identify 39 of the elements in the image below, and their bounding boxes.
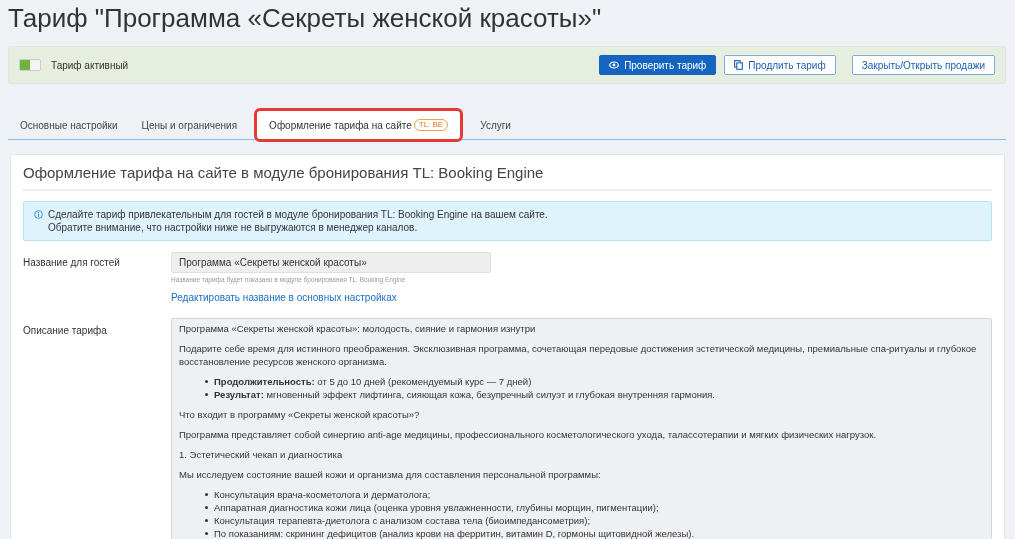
description-text: 1. Эстетический чекап и диагностика [179, 447, 344, 461]
description-text: Подарите себе время для истинного преображения. Эксклюзивная программа, сочетающая передовые достижения эстетической медицины, премиальные спа-ритуалы и глубокое восстановление ресурсов женского организма. [179, 341, 978, 368]
description-text: Программа «Секреты женской красоты»: молодость, сияние и гармония изнутри [179, 321, 537, 335]
field-label: Название для гостей [23, 256, 121, 270]
list-item-text: Консультация терапевта-диетолога с анализом состава тела (биоимпедансометрия); [214, 513, 591, 527]
list-item-text: Аппаратная диагностика кожи лица (оценка уровня увлажненности, глубины морщин, пигментации); [214, 500, 659, 514]
page-title: Тариф "Программа «Секреты женской красоты»" [8, 2, 603, 34]
check-button[interactable]: Проверить тариф [599, 55, 717, 75]
bullet-icon [205, 518, 208, 522]
info-text: Сделайте тариф привлекательным для гостей в модуле бронирования TL: Booking Engine на вашем сайте. [48, 208, 548, 221]
info-icon [34, 210, 43, 219]
tab[interactable]: Оформление тарифа на сайте TL: BE [257, 111, 461, 139]
extend-button[interactable]: Продлить тариф [724, 55, 836, 75]
tab[interactable]: Цены и ограничения [129, 111, 250, 139]
bullet-icon [205, 505, 208, 509]
bullet-icon [205, 531, 208, 535]
section-heading: Оформление тарифа на сайте в модуле бронирования TL: Booking Engine [23, 163, 992, 191]
copy-icon [734, 60, 744, 70]
list-item-text: По показаниям: скрининг дефицитов (анализ крови на ферритин, витамин D, гормоны щитовидной железы). [214, 526, 695, 539]
edit-name-link[interactable]: Редактировать название в основных настройках [171, 289, 397, 305]
description-text: Программа представляет собой синергию anti-age медицины, профессионального косметологического ухода, талассотерапии и мягких физических нагрузок. [179, 427, 878, 441]
description-text: Мы исследуем состояние вашей кожи и организма для составления персональной программы: [179, 467, 602, 481]
info-text: Обратите внимание, что настройки ниже не выгружаются в менеджер каналов. [48, 221, 419, 234]
status-label: Тариф активный [51, 58, 129, 73]
description-text: Что входит в программу «Секреты женской красоты»? [179, 407, 421, 421]
list-item-text: Продолжительность: от 5 до 10 дней (рекомендуемый курс — 7 дней) [214, 374, 532, 388]
tab[interactable]: Услуги [468, 111, 523, 139]
sales-button[interactable]: Закрыть/Открыть продажи [851, 55, 995, 75]
guest-name-field[interactable]: Программа «Секреты женской красоты» [171, 252, 491, 273]
toggle-switch[interactable] [19, 59, 41, 71]
bullet-icon [205, 379, 208, 383]
bullet-icon [205, 492, 208, 496]
field-label: Описание тарифа [23, 323, 108, 338]
eye-icon [609, 61, 620, 69]
bullet-icon [205, 392, 208, 396]
description-field[interactable] [171, 317, 992, 539]
list-item-text: Результат: мгновенный эффект лифтинга, сияющая кожа, безупречный силуэт и глубокая внутренняя гармония. [214, 387, 715, 401]
list-item-text: Консультация врача-косметолога и дерматолога; [214, 487, 431, 501]
tab[interactable]: Основные настройки [8, 111, 130, 139]
